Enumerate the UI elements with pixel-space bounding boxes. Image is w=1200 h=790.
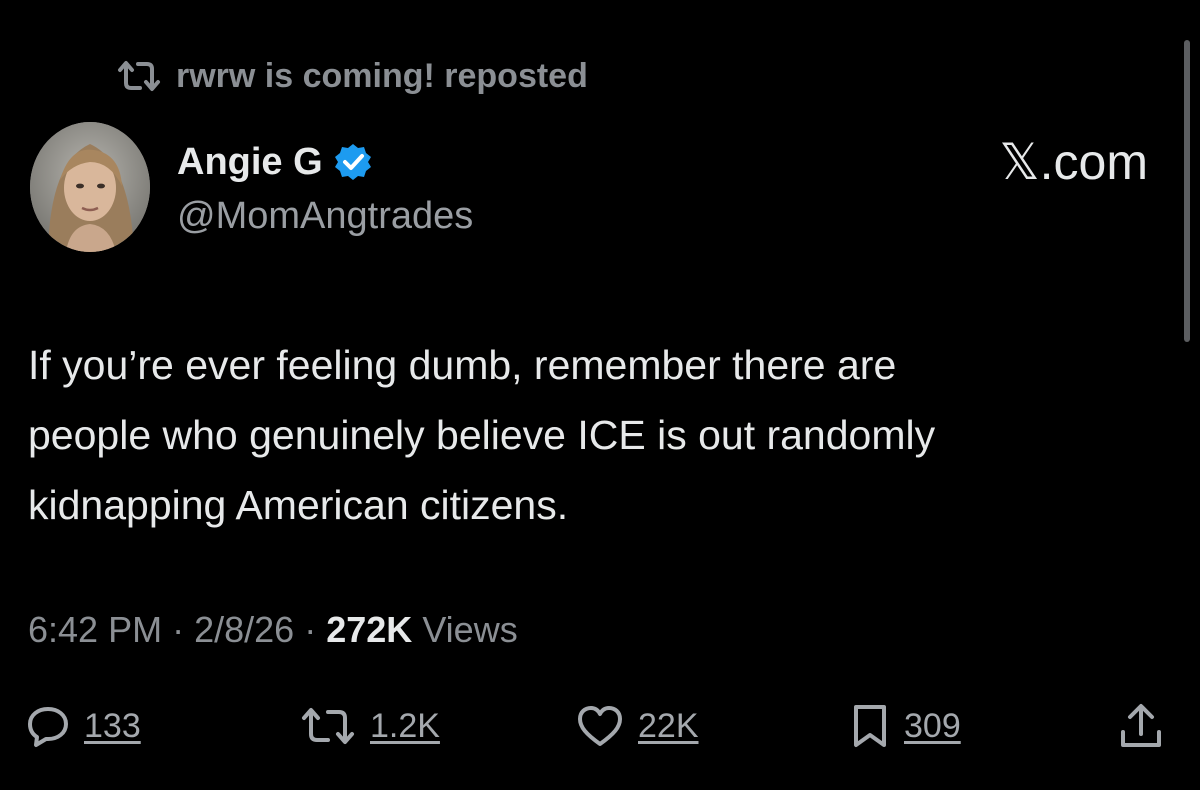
author-display-name[interactable]: Angie G	[177, 141, 323, 184]
author-name-row[interactable]: Angie G	[177, 138, 373, 186]
like-button[interactable]: 22K	[576, 698, 699, 754]
bookmark-icon	[850, 703, 890, 749]
bookmark-count: 309	[904, 706, 961, 745]
tweet-line: people who genuinely believe ICE is out …	[28, 412, 936, 458]
tweet-text: If you’re ever feeling dumb, remember th…	[28, 330, 1168, 540]
like-count: 22K	[638, 706, 699, 745]
repost-label: rwrw is coming! reposted	[176, 56, 588, 95]
reply-icon	[26, 704, 70, 748]
repost-context[interactable]: rwrw is coming! reposted	[116, 54, 588, 98]
share-button[interactable]	[1118, 698, 1164, 754]
avatar[interactable]	[30, 122, 150, 252]
views-label: Views	[422, 609, 518, 650]
verified-badge-icon[interactable]	[333, 142, 373, 182]
tweet-line: kidnapping American citizens.	[28, 482, 569, 528]
repost-count: 1.2K	[370, 706, 440, 745]
tweet-time[interactable]: 6:42 PM	[28, 609, 162, 650]
reply-button[interactable]: 133	[26, 698, 141, 754]
tweet-line: If you’re ever feeling dumb, remember th…	[28, 342, 897, 388]
tweet-meta: 6:42 PM · 2/8/26 · 272K Views	[28, 604, 518, 656]
scrollbar[interactable]	[1184, 40, 1190, 342]
repost-icon	[300, 706, 356, 746]
tweet-date[interactable]: 2/8/26	[194, 609, 294, 650]
source-label: 𝕏.com	[999, 134, 1148, 190]
repost-button[interactable]: 1.2K	[300, 698, 440, 754]
views-count[interactable]: 272K	[326, 609, 412, 650]
share-icon	[1118, 702, 1164, 750]
bookmark-button[interactable]: 309	[850, 698, 961, 754]
meta-separator: ·	[172, 609, 185, 650]
reply-count: 133	[84, 706, 141, 745]
author-handle[interactable]: @MomAngtrades	[177, 192, 473, 240]
meta-separator: ·	[304, 609, 317, 650]
heart-icon	[576, 704, 624, 748]
repost-icon	[116, 59, 162, 93]
